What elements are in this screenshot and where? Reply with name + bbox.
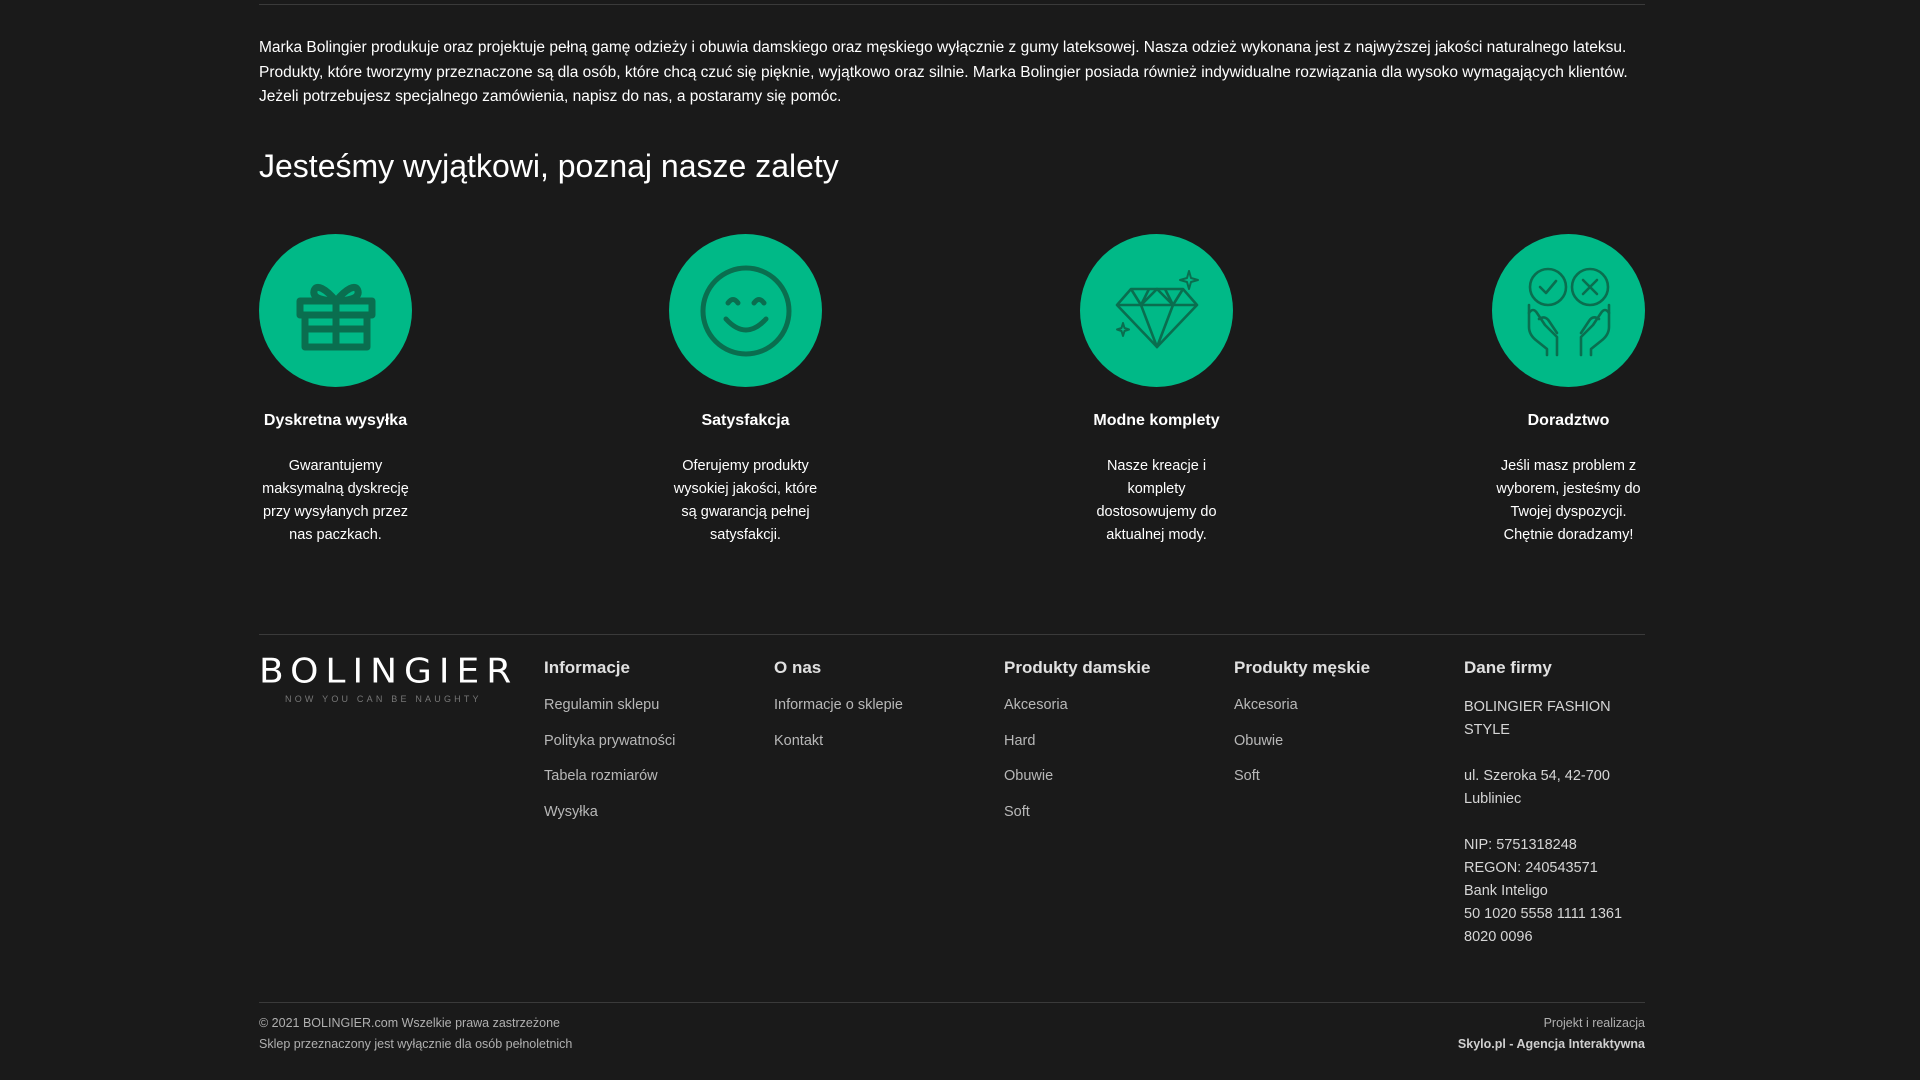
- feature-title: Dyskretna wysyłka: [263, 412, 408, 429]
- footer-link-womens-soft[interactable]: Soft: [1004, 803, 1150, 821]
- footer-link-womens-shoes[interactable]: Obuwie: [1004, 767, 1150, 785]
- feature-advice: Doradztwo Jeśli masz problem z wyborem, …: [1492, 234, 1645, 547]
- footer-column-title: Informacje: [544, 658, 630, 677]
- footer-link-size-chart[interactable]: Tabela rozmiarów: [544, 767, 675, 785]
- gift-icon: [296, 283, 375, 350]
- bottom-divider: [259, 1002, 1645, 1003]
- adult-notice-text: Sklep przeznaczony jest wyłącznie dla os…: [259, 1037, 573, 1051]
- advice-hands-icon: [1527, 267, 1610, 356]
- footer-link-womens-accessories[interactable]: Akcesoria: [1004, 696, 1150, 714]
- footer-column-mens-products: Produkty męskie Akcesoria Obuwie Soft: [1234, 658, 1370, 803]
- footer-column-o-nas: O nas Informacje o sklepie Kontakt: [774, 658, 903, 767]
- company-name: BOLINGIER FASHION STYLE: [1464, 699, 1611, 738]
- feature-title: Modne komplety: [1093, 412, 1220, 429]
- feature-satisfaction: Satysfakcja Oferujemy produkty wysokiej …: [669, 234, 822, 547]
- footer-link-terms[interactable]: Regulamin sklepu: [544, 696, 675, 714]
- feature-description: Oferujemy produkty wysokiej jakości, któ…: [673, 458, 818, 543]
- footer-divider: [259, 634, 1645, 635]
- company-regon: REGON: 240543571: [1464, 860, 1598, 876]
- footer-link-contact[interactable]: Kontakt: [774, 732, 903, 750]
- footer-link-about-shop[interactable]: Informacje o sklepie: [774, 696, 903, 714]
- footer-column-informacje: Informacje Regulamin sklepu Polityka pry…: [544, 658, 675, 838]
- feature-icon-circle: [1080, 234, 1233, 387]
- feature-icon-circle: [669, 234, 822, 387]
- brand-intro-text: Marka Bolingier produkuje oraz projektuj…: [259, 39, 1628, 105]
- feature-title: Satysfakcja: [701, 412, 790, 429]
- copyright-text: © 2021 BOLINGIER.com Wszelkie prawa zast…: [259, 1016, 560, 1030]
- logo-tagline: NOW YOU CAN BE NAUGHTY: [285, 694, 482, 704]
- footer-column-title: Produkty damskie: [1004, 658, 1151, 677]
- features-heading: Jesteśmy wyjątkowi, poznaj nasze zalety: [259, 148, 839, 184]
- company-account-number: 50 1020 5558 1111 1361 8020 0096: [1464, 906, 1623, 945]
- company-address-street: ul. Szeroka 54, 42-700: [1464, 768, 1610, 784]
- footer-column-company-data: Dane firmy BOLINGIER FASHION STYLE ul. S…: [1464, 658, 1644, 949]
- feature-title: Doradztwo: [1527, 412, 1610, 429]
- copyright-block: © 2021 BOLINGIER.com Wszelkie prawa zast…: [259, 1013, 572, 1055]
- diamond-icon: [1115, 269, 1199, 348]
- credits-label: Projekt i realizacja: [1543, 1016, 1645, 1030]
- feature-icon-circle: [259, 234, 412, 387]
- feature-description: Jeśli masz problem z wyborem, jesteśmy d…: [1496, 458, 1641, 543]
- footer-link-mens-shoes[interactable]: Obuwie: [1234, 732, 1370, 750]
- footer-link-mens-soft[interactable]: Soft: [1234, 767, 1370, 785]
- footer-column-title: Produkty męskie: [1234, 658, 1371, 677]
- feature-description: Gwarantujemy maksymalną dyskrecję przy w…: [262, 458, 409, 543]
- smiley-icon: [700, 265, 791, 356]
- credits-block: Projekt i realizacja Skylo.pl - Agencja …: [1458, 1013, 1645, 1055]
- feature-discreet-shipping: Dyskretna wysyłka Gwarantujemy maksymaln…: [259, 234, 412, 547]
- footer-link-mens-accessories[interactable]: Akcesoria: [1234, 696, 1370, 714]
- footer-link-privacy[interactable]: Polityka prywatności: [544, 732, 675, 750]
- footer-column-womens-products: Produkty damskie Akcesoria Hard Obuwie S…: [1004, 658, 1150, 838]
- features-row: Dyskretna wysyłka Gwarantujemy maksymaln…: [259, 234, 1645, 554]
- footer-link-shipping[interactable]: Wysyłka: [544, 803, 675, 821]
- logo-wordmark: BOLINGIER: [259, 652, 519, 691]
- company-details: BOLINGIER FASHION STYLE ul. Szeroka 54, …: [1464, 696, 1644, 949]
- footer-column-title: O nas: [774, 658, 822, 677]
- feature-description: Nasze kreacje i komplety dostosowujemy d…: [1096, 458, 1217, 543]
- feature-fashion-sets: Modne komplety Nasze kreacje i komplety …: [1080, 234, 1233, 547]
- footer-logo[interactable]: BOLINGIER NOW YOU CAN BE NAUGHTY: [259, 652, 519, 704]
- footer-link-womens-hard[interactable]: Hard: [1004, 732, 1150, 750]
- company-bank: Bank Inteligo: [1464, 883, 1548, 899]
- company-address-city: Lubliniec: [1464, 791, 1522, 807]
- feature-icon-circle: [1492, 234, 1645, 387]
- top-divider: [259, 4, 1645, 5]
- company-nip: NIP: 5751318248: [1464, 837, 1577, 853]
- footer-column-title: Dane firmy: [1464, 658, 1552, 677]
- agency-link[interactable]: Skylo.pl - Agencja Interaktywna: [1458, 1034, 1645, 1055]
